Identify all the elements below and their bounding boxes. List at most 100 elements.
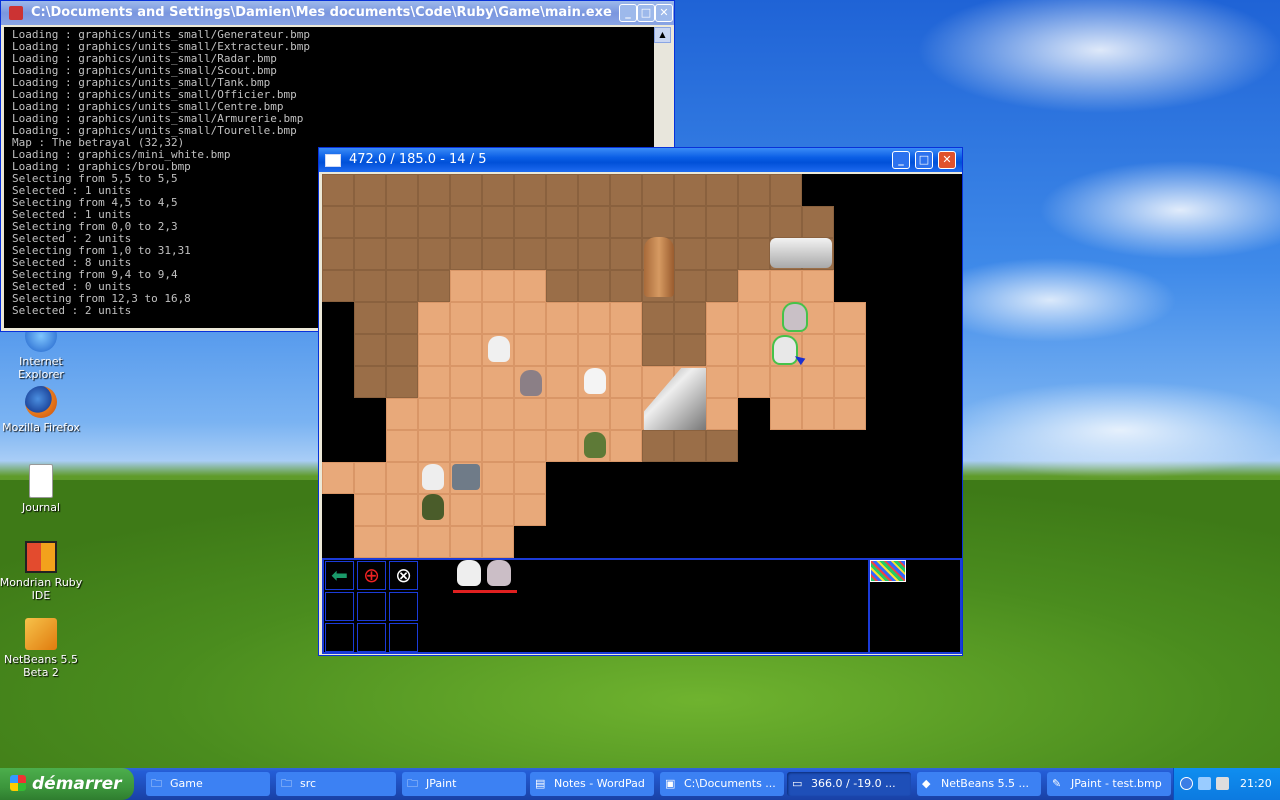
sand-tile[interactable]	[578, 334, 610, 366]
dirt-tile[interactable]	[706, 174, 738, 206]
sand-tile[interactable]	[514, 398, 546, 430]
taskbar-button[interactable]: ▣ C:\Documents ...	[660, 772, 784, 796]
dirt-tile[interactable]	[386, 334, 418, 366]
sand-tile[interactable]	[450, 302, 482, 334]
dirt-tile[interactable]	[322, 270, 354, 302]
sand-tile[interactable]	[482, 494, 514, 526]
sand-tile[interactable]	[546, 398, 578, 430]
dirt-tile[interactable]	[578, 206, 610, 238]
dirt-tile[interactable]	[674, 206, 706, 238]
dirt-tile[interactable]	[482, 174, 514, 206]
minimize-button[interactable]: _	[619, 4, 637, 22]
command-slot[interactable]	[389, 623, 418, 652]
sand-tile[interactable]	[482, 430, 514, 462]
sand-tile[interactable]	[418, 430, 450, 462]
dirt-tile[interactable]	[322, 238, 354, 270]
dirt-tile[interactable]	[738, 206, 770, 238]
dirt-tile[interactable]	[706, 430, 738, 462]
sand-tile[interactable]	[482, 302, 514, 334]
volume-icon[interactable]	[1216, 777, 1229, 790]
sand-tile[interactable]	[514, 430, 546, 462]
dirt-tile[interactable]	[514, 206, 546, 238]
dirt-tile[interactable]	[386, 238, 418, 270]
unit[interactable]	[584, 368, 606, 394]
sand-tile[interactable]	[514, 302, 546, 334]
dirt-tile[interactable]	[322, 206, 354, 238]
back-arrow-icon[interactable]: ⬅	[325, 561, 354, 590]
dirt-tile[interactable]	[450, 238, 482, 270]
sand-tile[interactable]	[802, 334, 834, 366]
sand-tile[interactable]	[738, 334, 770, 366]
dirt-tile[interactable]	[418, 270, 450, 302]
sand-tile[interactable]	[482, 398, 514, 430]
sand-tile[interactable]	[514, 462, 546, 494]
sand-tile[interactable]	[354, 494, 386, 526]
clock[interactable]: 21:20	[1240, 768, 1272, 800]
dirt-tile[interactable]	[450, 206, 482, 238]
taskbar-button[interactable]: ◆ NetBeans 5.5 ...	[917, 772, 1041, 796]
taskbar-button[interactable]: ▭ 366.0 / -19.0 ...	[787, 772, 911, 796]
unit-selected[interactable]	[784, 304, 806, 330]
sand-tile[interactable]	[802, 302, 834, 334]
taskbar-button[interactable]: ✎ JPaint - test.bmp	[1047, 772, 1171, 796]
dirt-tile[interactable]	[642, 430, 674, 462]
sand-tile[interactable]	[706, 334, 738, 366]
dirt-tile[interactable]	[578, 270, 610, 302]
dirt-tile[interactable]	[386, 174, 418, 206]
sand-tile[interactable]	[514, 334, 546, 366]
dirt-tile[interactable]	[674, 238, 706, 270]
sand-tile[interactable]	[738, 302, 770, 334]
sand-tile[interactable]	[354, 526, 386, 558]
sand-tile[interactable]	[706, 398, 738, 430]
attack-target-icon[interactable]: ⊕	[357, 561, 386, 590]
dirt-tile[interactable]	[482, 206, 514, 238]
dirt-tile[interactable]	[706, 238, 738, 270]
sand-tile[interactable]	[450, 398, 482, 430]
dirt-tile[interactable]	[610, 238, 642, 270]
dirt-tile[interactable]	[546, 270, 578, 302]
sand-tile[interactable]	[450, 430, 482, 462]
sand-tile[interactable]	[418, 302, 450, 334]
dirt-tile[interactable]	[642, 206, 674, 238]
console-titlebar[interactable]: C:\Documents and Settings\Damien\Mes doc…	[1, 1, 674, 25]
start-button[interactable]: démarrer	[0, 768, 134, 800]
desktop-icon-netbeans[interactable]: NetBeans 5.5 Beta 2	[0, 618, 86, 679]
dirt-tile[interactable]	[354, 334, 386, 366]
dirt-tile[interactable]	[674, 270, 706, 302]
sand-tile[interactable]	[482, 526, 514, 558]
game-titlebar[interactable]: 472.0 / 185.0 - 14 / 5	[319, 148, 962, 172]
dirt-tile[interactable]	[642, 174, 674, 206]
dirt-tile[interactable]	[674, 430, 706, 462]
sand-tile[interactable]	[706, 366, 738, 398]
dirt-tile[interactable]	[322, 174, 354, 206]
command-slot[interactable]	[389, 592, 418, 621]
vehicle-building[interactable]	[770, 238, 832, 268]
stop-icon[interactable]: ⊗	[389, 561, 418, 590]
command-slot[interactable]	[325, 592, 354, 621]
dirt-tile[interactable]	[802, 206, 834, 238]
minimize-button[interactable]: _	[892, 151, 910, 169]
dirt-tile[interactable]	[610, 174, 642, 206]
sand-tile[interactable]	[450, 526, 482, 558]
dirt-tile[interactable]	[386, 302, 418, 334]
dirt-tile[interactable]	[418, 174, 450, 206]
dirt-tile[interactable]	[578, 174, 610, 206]
dirt-tile[interactable]	[770, 174, 802, 206]
close-button[interactable]: ✕	[655, 4, 673, 22]
command-slot[interactable]	[357, 623, 386, 652]
network-icon[interactable]	[1198, 777, 1211, 790]
sand-tile[interactable]	[770, 366, 802, 398]
sand-tile[interactable]	[738, 366, 770, 398]
dirt-tile[interactable]	[514, 238, 546, 270]
sand-tile[interactable]	[418, 334, 450, 366]
dirt-tile[interactable]	[546, 174, 578, 206]
sand-tile[interactable]	[386, 430, 418, 462]
dirt-tile[interactable]	[354, 238, 386, 270]
dirt-tile[interactable]	[738, 238, 770, 270]
sand-tile[interactable]	[802, 398, 834, 430]
unit-tank[interactable]	[452, 464, 480, 490]
dirt-tile[interactable]	[578, 238, 610, 270]
taskbar-button[interactable]: ▤ Notes - WordPad	[530, 772, 654, 796]
sand-tile[interactable]	[834, 302, 866, 334]
dirt-tile[interactable]	[354, 270, 386, 302]
